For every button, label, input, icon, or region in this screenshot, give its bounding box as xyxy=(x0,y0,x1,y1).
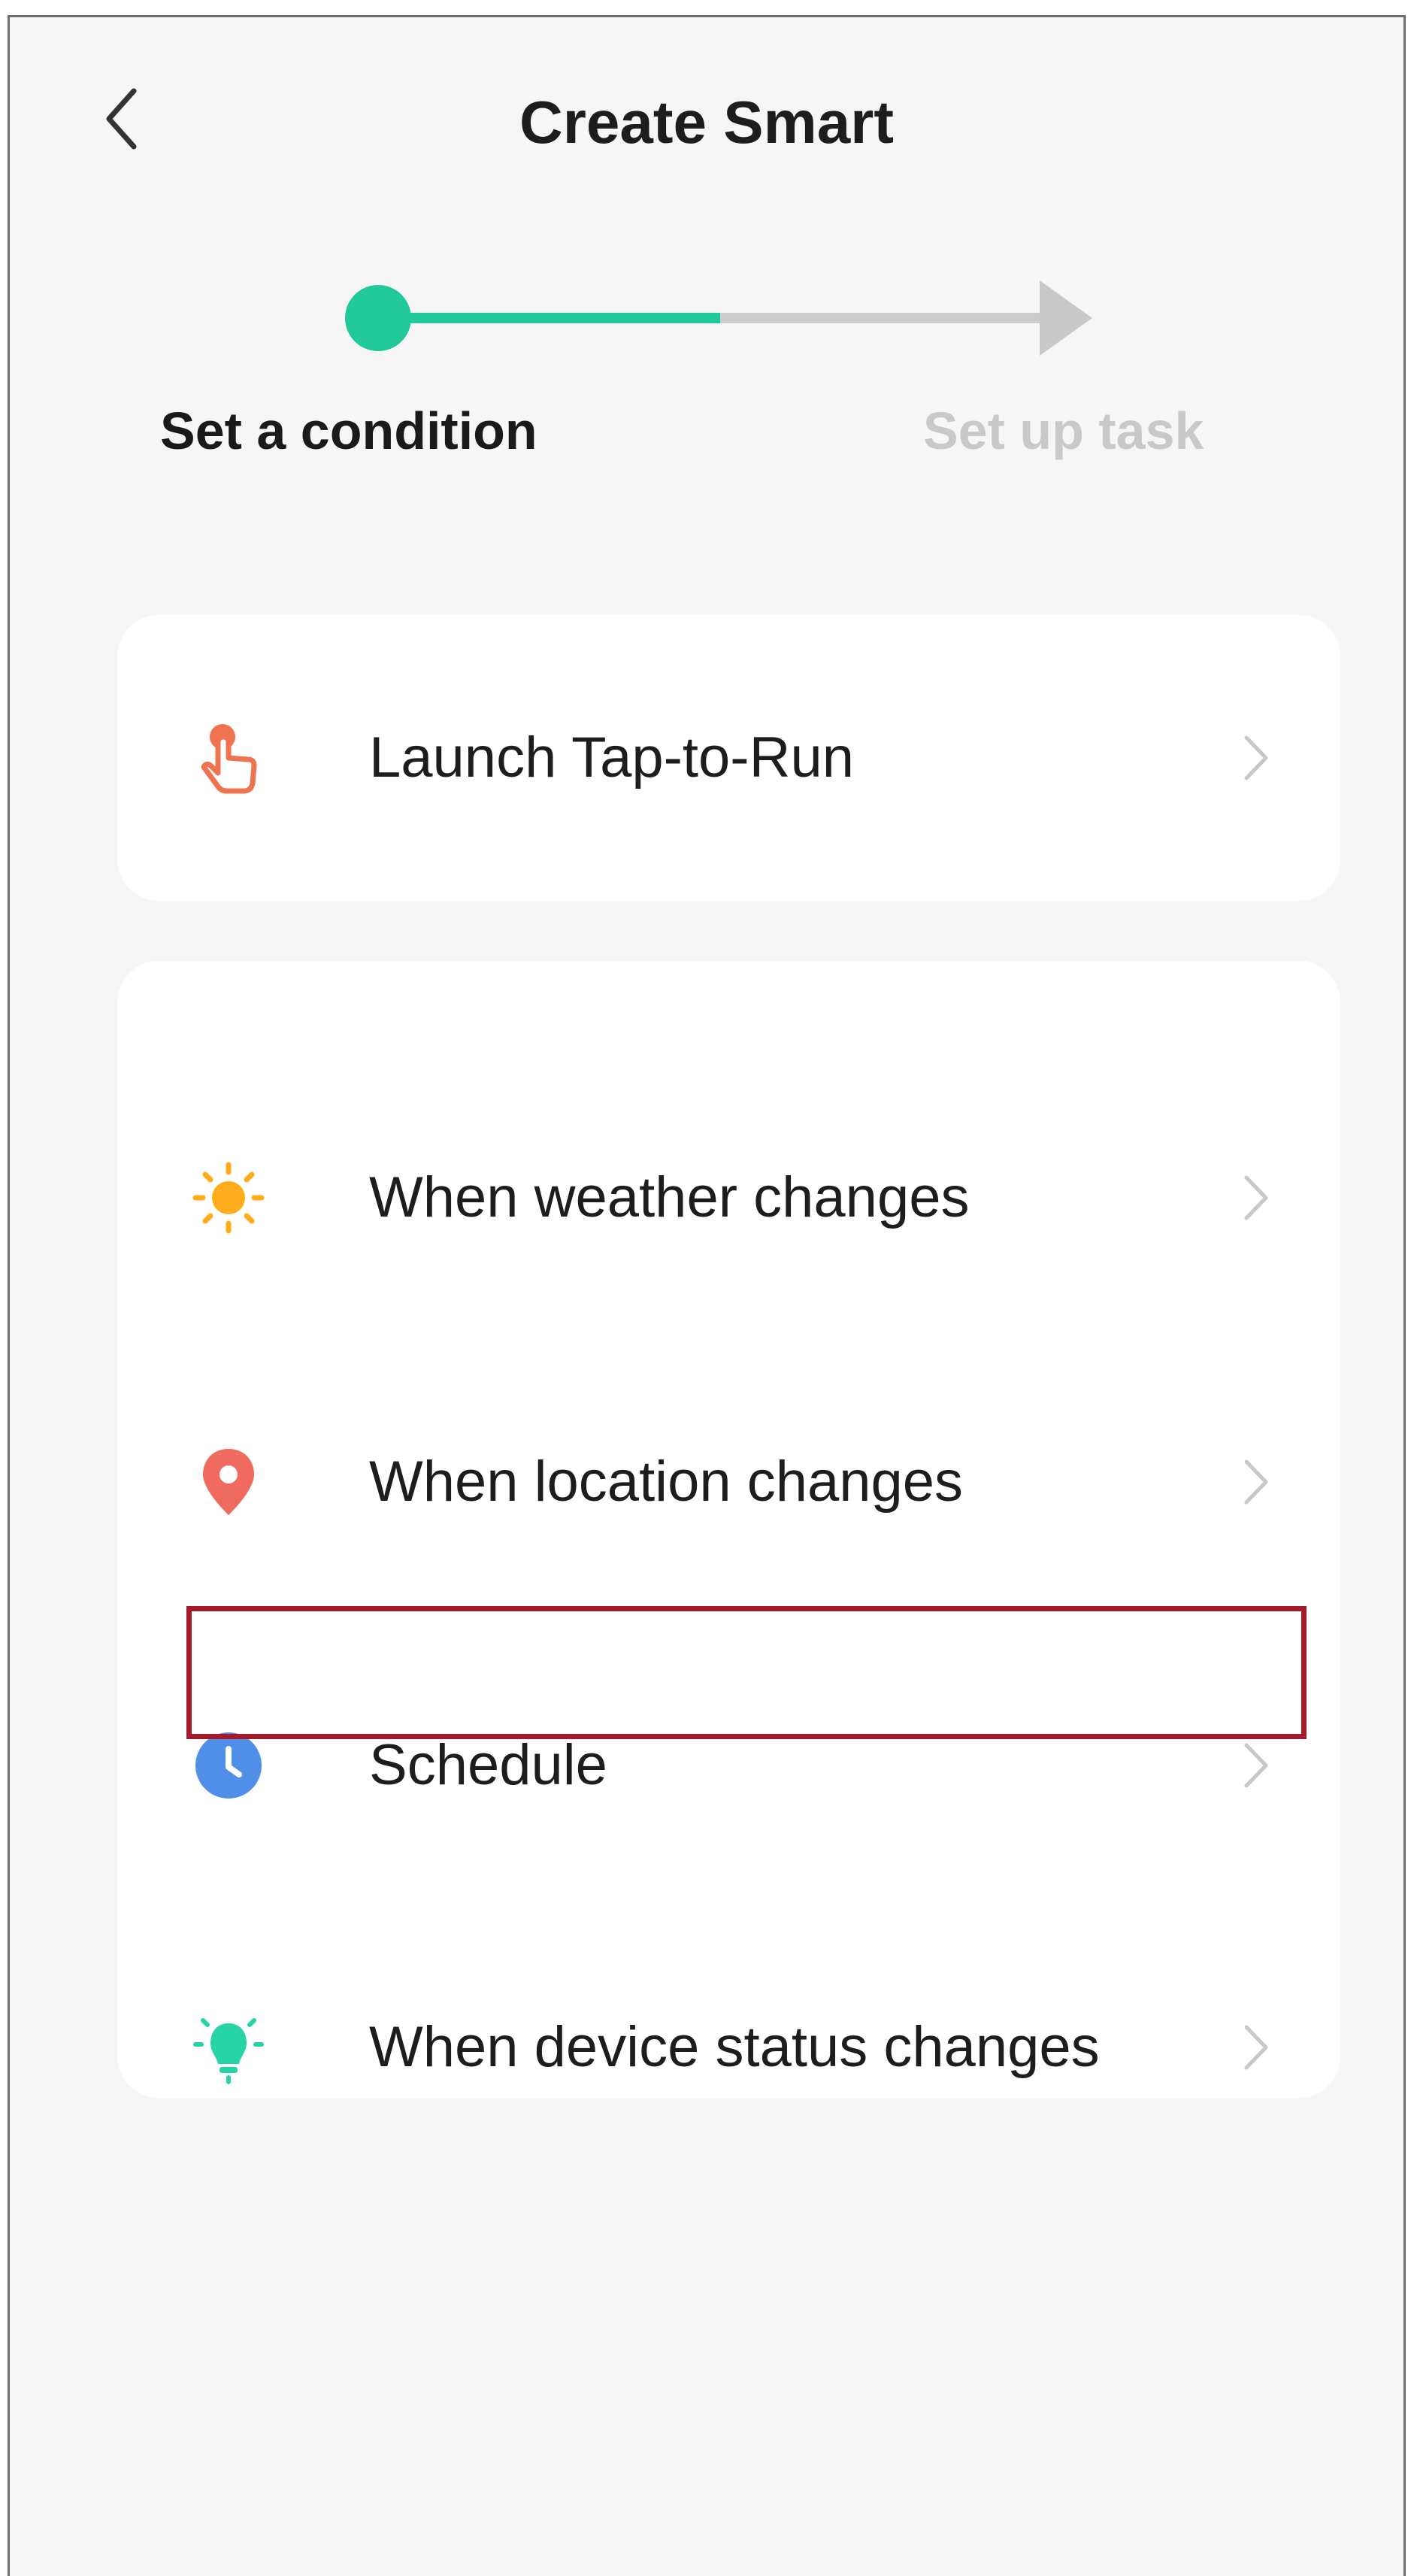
tap-to-run-card: Launch Tap-to-Run xyxy=(117,615,1340,901)
clock-icon xyxy=(195,1732,262,1799)
launch-tap-to-run-item[interactable]: Launch Tap-to-Run xyxy=(117,668,1340,848)
condition-item-location[interactable]: When location changes xyxy=(117,1392,1340,1572)
tap-hand-icon xyxy=(201,724,257,794)
stepper-arrow-icon xyxy=(1040,280,1092,356)
device-bulb-icon xyxy=(193,2018,264,2084)
chevron-right-icon xyxy=(1244,2025,1268,2070)
page-title: Create Smart xyxy=(519,89,894,156)
stepper-current-dot xyxy=(345,285,411,351)
conditions-card: When weather changes When location chang… xyxy=(117,961,1340,2098)
chevron-right-icon xyxy=(1244,1175,1268,1220)
progress-stepper xyxy=(345,280,1092,356)
step-label-set-condition: Set a condition xyxy=(160,402,537,460)
condition-label-device-status: When device status changes xyxy=(369,2015,1100,2079)
condition-item-schedule[interactable]: Schedule xyxy=(117,1675,1340,1856)
app-screen: Create Smart Set a condition Set up task… xyxy=(8,15,1406,2576)
condition-label-location: When location changes xyxy=(369,1450,964,1514)
location-pin-icon xyxy=(203,1449,254,1515)
condition-item-weather[interactable]: When weather changes xyxy=(117,1108,1340,1288)
chevron-right-icon xyxy=(1244,1743,1268,1788)
condition-item-device-status[interactable]: When device status changes xyxy=(117,1957,1340,2138)
condition-label-schedule: Schedule xyxy=(369,1733,607,1797)
launch-tap-to-run-label: Launch Tap-to-Run xyxy=(369,726,855,789)
chevron-right-icon xyxy=(1244,1459,1268,1505)
chevron-right-icon xyxy=(1244,735,1268,780)
step-label-set-up-task: Set up task xyxy=(923,402,1204,460)
sun-icon xyxy=(192,1162,265,1234)
condition-label-weather: When weather changes xyxy=(369,1165,970,1229)
